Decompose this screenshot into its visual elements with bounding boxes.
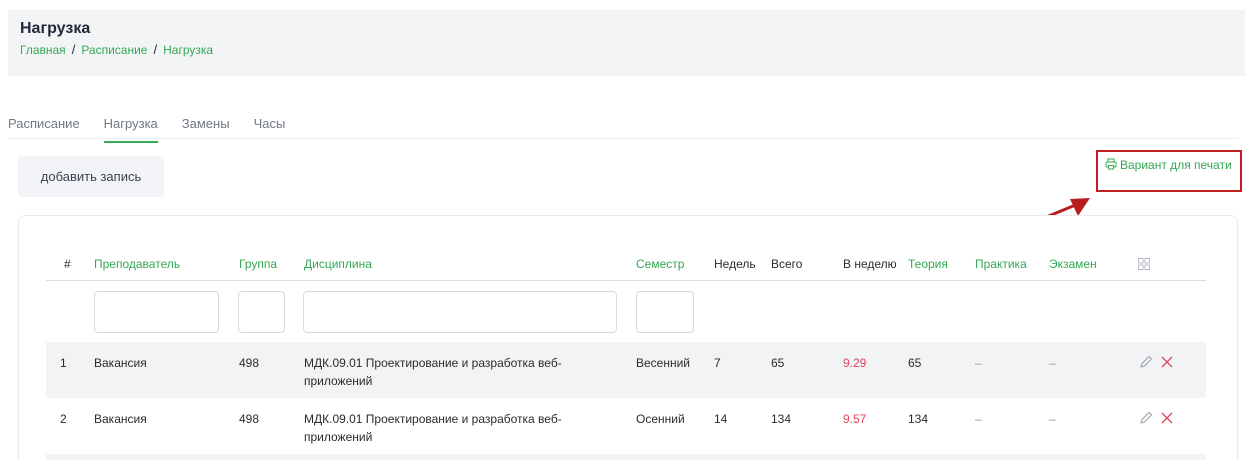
- table-header: # Преподаватель Группа Дисциплина Семест…: [46, 250, 1206, 280]
- row-group: 498: [239, 412, 260, 426]
- print-version-label: Вариант для печати: [1120, 158, 1232, 172]
- row-discipline: МДК.09.01 Проектирование и разработка ве…: [304, 412, 562, 444]
- row-semester: Осенний: [636, 412, 685, 426]
- breadcrumb: Главная / Расписание / Нагрузка: [20, 42, 1245, 57]
- row-per-week: 9.57: [843, 412, 867, 426]
- col-number: #: [64, 257, 71, 271]
- row-practice: –: [975, 412, 982, 426]
- breadcrumb-home[interactable]: Главная: [20, 43, 66, 57]
- col-practice[interactable]: Практика: [975, 257, 1027, 271]
- col-theory[interactable]: Теория: [908, 257, 948, 271]
- breadcrumb-separator: /: [71, 42, 76, 57]
- row-group: 498: [239, 356, 260, 370]
- breadcrumb-schedule[interactable]: Расписание: [81, 43, 147, 57]
- row-total: 134: [771, 412, 792, 426]
- breadcrumb-load[interactable]: Нагрузка: [163, 43, 213, 57]
- col-teacher[interactable]: Преподаватель: [94, 257, 180, 271]
- col-weeks: Недель: [714, 257, 756, 271]
- row-semester: Весенний: [636, 356, 691, 370]
- discipline-filter-input[interactable]: [303, 291, 617, 333]
- edit-icon[interactable]: [1138, 410, 1154, 426]
- row-discipline: МДК.09.01 Проектирование и разработка ве…: [304, 356, 562, 388]
- row-theory: 65: [908, 356, 922, 370]
- group-filter-input[interactable]: [238, 291, 285, 333]
- col-exam[interactable]: Экзамен: [1049, 257, 1097, 271]
- row-exam: –: [1049, 356, 1056, 370]
- semester-filter-input[interactable]: [636, 291, 694, 333]
- row-teacher: Вакансия: [94, 356, 147, 370]
- delete-icon[interactable]: [1159, 354, 1175, 370]
- row-theory: 134: [908, 412, 929, 426]
- row-practice: –: [975, 356, 982, 370]
- breadcrumb-separator: /: [153, 42, 158, 57]
- page-title: Нагрузка: [20, 20, 91, 37]
- col-semester[interactable]: Семестр: [636, 257, 684, 271]
- row-number: 1: [60, 356, 67, 370]
- col-discipline[interactable]: Дисциплина: [304, 257, 372, 271]
- row-number: 2: [60, 412, 67, 426]
- table-header-divider: [46, 280, 1206, 281]
- row-exam: –: [1049, 412, 1056, 426]
- page-header: Нагрузка Главная / Расписание / Нагрузка: [8, 10, 1245, 76]
- printer-icon: [1105, 158, 1117, 170]
- grid-icon[interactable]: [1138, 258, 1150, 270]
- row-per-week: 9.29: [843, 356, 867, 370]
- teacher-filter-input[interactable]: [94, 291, 219, 333]
- print-version-link[interactable]: Вариант для печати: [1096, 150, 1242, 192]
- row-total: 65: [771, 356, 785, 370]
- edit-icon[interactable]: [1138, 354, 1154, 370]
- add-record-button[interactable]: добавить запись: [18, 156, 164, 197]
- delete-icon[interactable]: [1159, 410, 1175, 426]
- row-weeks: 14: [714, 412, 728, 426]
- col-per-week: В неделю: [843, 257, 897, 271]
- col-total: Всего: [771, 257, 803, 271]
- table-row: 1 Вакансия 498 МДК.09.01 Проектирование …: [46, 342, 1206, 398]
- tab-divider: [8, 138, 1238, 139]
- table-row: [46, 454, 1206, 460]
- col-group[interactable]: Группа: [239, 257, 277, 271]
- row-teacher: Вакансия: [94, 412, 147, 426]
- table-row: 2 Вакансия 498 МДК.09.01 Проектирование …: [46, 398, 1206, 454]
- row-weeks: 7: [714, 356, 721, 370]
